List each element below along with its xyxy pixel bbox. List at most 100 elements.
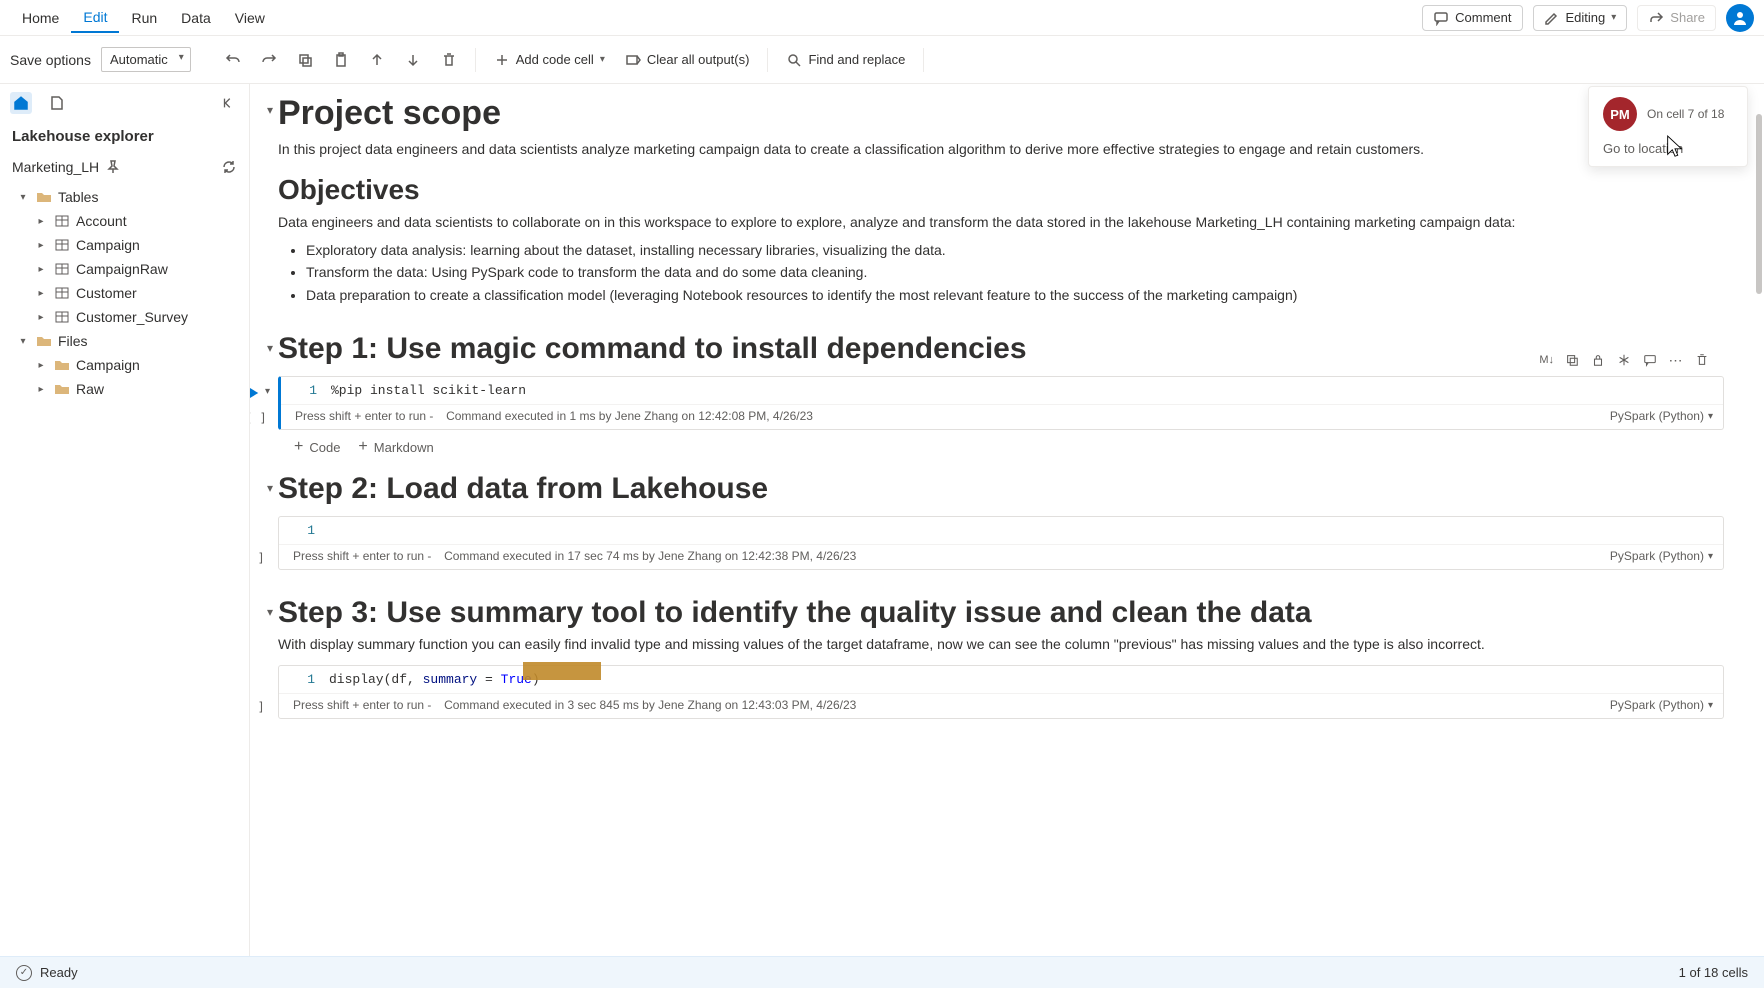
cell-copy-icon[interactable] bbox=[1562, 350, 1582, 370]
language-selector[interactable]: PySpark (Python)▾ bbox=[1610, 698, 1713, 712]
language-selector[interactable]: PySpark (Python)▾ bbox=[1610, 409, 1713, 423]
comment-cell-icon[interactable] bbox=[1640, 350, 1660, 370]
folder-icon bbox=[36, 333, 52, 349]
code-cell-step3[interactable]: [ ] 1 display(df, summary = True) Press … bbox=[278, 665, 1724, 719]
menu-run[interactable]: Run bbox=[119, 4, 169, 32]
code-content[interactable] bbox=[329, 523, 1723, 538]
comment-label: Comment bbox=[1455, 10, 1511, 25]
collapse-sidebar-button[interactable] bbox=[217, 92, 239, 114]
table-icon bbox=[54, 285, 70, 301]
redo-button[interactable] bbox=[253, 46, 285, 74]
chevron-down-icon: ▾ bbox=[1611, 12, 1616, 23]
markdown-cell-step1[interactable]: ▾ Step 1: Use magic command to install d… bbox=[278, 332, 1724, 366]
folder-icon bbox=[54, 357, 70, 373]
markdown-cell-step2[interactable]: ▾ Step 2: Load data from Lakehouse bbox=[278, 472, 1724, 506]
undo-icon bbox=[225, 52, 241, 68]
move-up-button[interactable] bbox=[361, 46, 393, 74]
tree-table-item[interactable]: ▸Customer bbox=[0, 281, 249, 305]
copy-icon bbox=[297, 52, 313, 68]
run-menu-button[interactable]: ▾ bbox=[265, 386, 270, 397]
freeze-icon[interactable] bbox=[1614, 350, 1634, 370]
move-down-button[interactable] bbox=[397, 46, 429, 74]
add-code-button[interactable]: +Code bbox=[294, 438, 340, 456]
status-text: Ready bbox=[40, 965, 78, 980]
share-label: Share bbox=[1670, 10, 1705, 25]
execution-count: [ ] bbox=[250, 411, 267, 425]
find-replace-button[interactable]: Find and replace bbox=[778, 46, 913, 74]
menu-data[interactable]: Data bbox=[169, 4, 223, 32]
menu-home[interactable]: Home bbox=[10, 4, 71, 32]
cell-toolbar: M↓ ⋯ bbox=[1531, 346, 1718, 374]
more-icon[interactable]: ⋯ bbox=[1666, 350, 1686, 370]
delete-cell-icon[interactable] bbox=[1692, 350, 1712, 370]
cell-collapse-button[interactable]: ▾ bbox=[260, 478, 280, 498]
code-cell-step1[interactable]: ▾ [ ] 1 %pip install scikit-learn Press … bbox=[278, 376, 1724, 430]
markdown-cell-step3[interactable]: ▾ Step 3: Use summary tool to identify t… bbox=[278, 596, 1724, 655]
run-hint: Press shift + enter to run bbox=[295, 409, 426, 423]
notebook-content[interactable]: PM On cell 7 of 18 Go to location ▾ Proj… bbox=[250, 84, 1764, 956]
tree-table-item[interactable]: ▸CampaignRaw bbox=[0, 257, 249, 281]
cell-collapse-button[interactable]: ▾ bbox=[260, 602, 280, 622]
presence-avatar: PM bbox=[1603, 97, 1637, 131]
objectives-title: Objectives bbox=[278, 174, 1724, 206]
tree-files[interactable]: ▾ Files bbox=[0, 329, 249, 353]
table-icon bbox=[54, 261, 70, 277]
save-mode-select[interactable]: Automatic bbox=[101, 47, 191, 72]
chevron-right-icon: ▸ bbox=[34, 214, 48, 228]
execution-status: Command executed in 3 sec 845 ms by Jene… bbox=[444, 698, 856, 712]
objective-bullet: Exploratory data analysis: learning abou… bbox=[306, 239, 1724, 261]
chevron-right-icon: ▸ bbox=[34, 310, 48, 324]
vertical-scrollbar[interactable] bbox=[1754, 84, 1764, 956]
delete-button[interactable] bbox=[433, 46, 465, 74]
clear-output-button[interactable]: Clear all output(s) bbox=[617, 46, 758, 74]
search-icon bbox=[786, 52, 802, 68]
cell-collapse-button[interactable]: ▾ bbox=[260, 338, 280, 358]
add-code-cell-button[interactable]: Add code cell ▾ bbox=[486, 46, 613, 74]
user-avatar[interactable] bbox=[1726, 4, 1754, 32]
pin-icon[interactable] bbox=[105, 159, 121, 175]
language-selector[interactable]: PySpark (Python)▾ bbox=[1610, 549, 1713, 563]
step2-title: Step 2: Load data from Lakehouse bbox=[278, 472, 1724, 506]
menu-edit[interactable]: Edit bbox=[71, 3, 119, 33]
tree-table-item[interactable]: ▸Customer_Survey bbox=[0, 305, 249, 329]
tree-table-item[interactable]: ▸Account bbox=[0, 209, 249, 233]
chevron-down-icon: ▾ bbox=[600, 54, 605, 65]
copy-button[interactable] bbox=[289, 46, 321, 74]
code-content[interactable]: %pip install scikit-learn bbox=[331, 383, 1723, 398]
cell-collapse-button[interactable]: ▾ bbox=[260, 100, 280, 120]
comment-button[interactable]: Comment bbox=[1422, 5, 1522, 31]
lakehouse-name[interactable]: Marketing_LH bbox=[12, 159, 99, 175]
objective-bullet: Data preparation to create a classificat… bbox=[306, 284, 1724, 306]
objective-bullet: Transform the data: Using PySpark code t… bbox=[306, 261, 1724, 283]
markdown-toggle[interactable]: M↓ bbox=[1537, 354, 1556, 366]
folder-icon bbox=[54, 381, 70, 397]
refresh-icon[interactable] bbox=[221, 159, 237, 175]
markdown-cell-scope[interactable]: ▾ Project scope In this project data eng… bbox=[278, 94, 1724, 306]
execution-status: Command executed in 1 ms by Jene Zhang o… bbox=[446, 409, 813, 423]
tree-folder-item[interactable]: ▸Raw bbox=[0, 377, 249, 401]
paste-button[interactable] bbox=[325, 46, 357, 74]
tree-table-item[interactable]: ▸Campaign bbox=[0, 233, 249, 257]
comment-icon bbox=[1433, 10, 1449, 26]
run-hint: Press shift + enter to run bbox=[293, 698, 424, 712]
lakehouse-tab[interactable] bbox=[10, 92, 32, 114]
menu-view[interactable]: View bbox=[223, 4, 277, 32]
share-button[interactable]: Share bbox=[1637, 5, 1716, 31]
lock-icon[interactable] bbox=[1588, 350, 1608, 370]
chevron-right-icon: ▸ bbox=[34, 286, 48, 300]
go-to-location-link[interactable]: Go to location bbox=[1603, 141, 1733, 156]
toolbar: Save options Automatic Add code cell ▾ C… bbox=[0, 36, 1764, 84]
code-cell-step2[interactable]: [ ] 1 Press shift + enter to run - Comma… bbox=[278, 516, 1724, 570]
tree-folder-item[interactable]: ▸Campaign bbox=[0, 353, 249, 377]
run-cell-button[interactable] bbox=[250, 383, 263, 403]
resources-tab[interactable] bbox=[46, 92, 68, 114]
arrow-down-icon bbox=[405, 52, 421, 68]
editing-mode-button[interactable]: Editing ▾ bbox=[1533, 5, 1628, 31]
tree-tables[interactable]: ▾ Tables bbox=[0, 185, 249, 209]
status-bar: ✓ Ready 1 of 18 cells bbox=[0, 956, 1764, 988]
undo-button[interactable] bbox=[217, 46, 249, 74]
cell-count: 1 of 18 cells bbox=[1679, 965, 1748, 980]
project-scope-desc: In this project data engineers and data … bbox=[278, 139, 1724, 160]
selection-highlight bbox=[523, 662, 601, 680]
add-markdown-button[interactable]: +Markdown bbox=[358, 438, 433, 456]
